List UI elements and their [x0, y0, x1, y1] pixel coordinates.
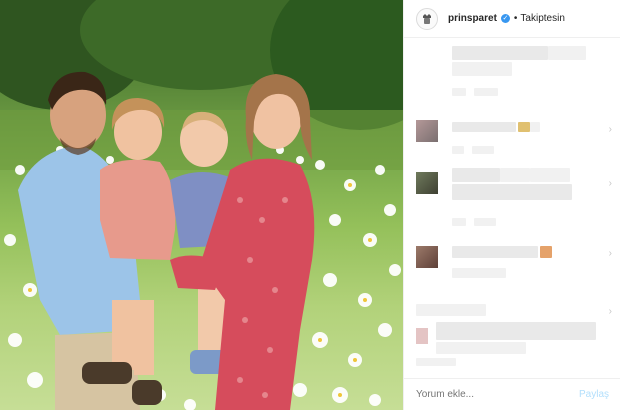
comment-bar: Paylaş	[404, 378, 620, 410]
chevron-right-icon[interactable]: ›	[609, 248, 612, 259]
follow-status-button[interactable]: Takiptesin	[520, 13, 564, 24]
post-photo[interactable]	[0, 0, 403, 410]
royal-crest-icon	[423, 13, 431, 24]
list-item: ›	[416, 118, 616, 158]
separator-dot: •	[513, 13, 518, 24]
account-avatar[interactable]	[416, 7, 438, 30]
list-item: ›	[416, 244, 616, 288]
username-link[interactable]: prinsparet	[448, 13, 497, 24]
avatar[interactable]	[416, 172, 438, 194]
list-item: ›	[416, 300, 616, 370]
post-header: prinsparet ✓ • Takiptesin	[404, 0, 620, 38]
verified-badge-icon: ✓	[500, 14, 510, 23]
post-comment-button[interactable]: Paylaş	[579, 389, 609, 400]
list-item: ›	[416, 166, 616, 238]
family-photo-image	[0, 0, 403, 410]
comment-input[interactable]	[416, 389, 579, 400]
chevron-right-icon[interactable]: ›	[609, 124, 612, 135]
avatar[interactable]	[416, 328, 428, 344]
avatar[interactable]	[416, 120, 438, 142]
post-side-panel: prinsparet ✓ • Takiptesin › › › › Yorum …	[403, 0, 620, 410]
chevron-right-icon[interactable]: ›	[609, 306, 612, 317]
caption-block	[416, 42, 616, 112]
chevron-right-icon[interactable]: ›	[609, 178, 612, 189]
avatar[interactable]	[416, 246, 438, 268]
